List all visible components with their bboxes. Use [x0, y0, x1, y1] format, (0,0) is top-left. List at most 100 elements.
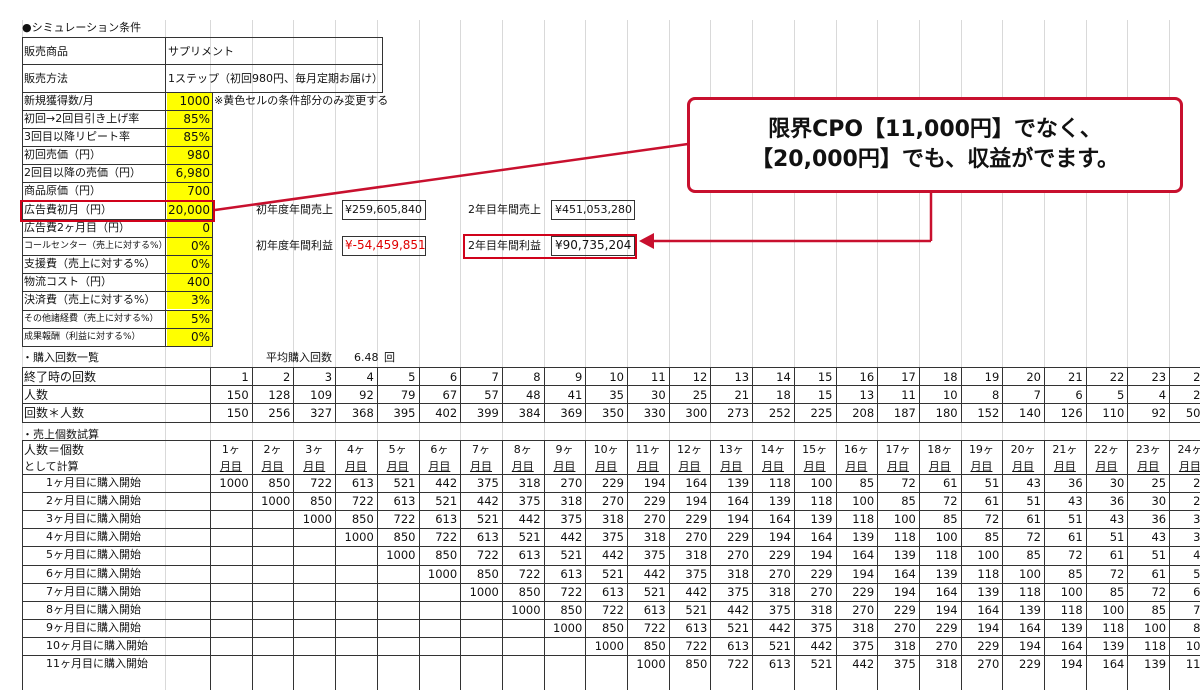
- month-header: 20ヶ: [1010, 443, 1036, 456]
- purchase-cell: 252: [768, 406, 791, 420]
- cohort-cell: 613: [643, 602, 666, 617]
- row-line: [22, 422, 1200, 423]
- cohort-cell: 43: [1026, 476, 1041, 490]
- row-line: [22, 310, 212, 311]
- cohort-cell: 36: [1151, 512, 1167, 527]
- cohort-cell: 375: [768, 602, 791, 617]
- purchase-cell: 5: [1117, 388, 1125, 402]
- condition-input[interactable]: 400: [167, 274, 212, 291]
- cohort-cell: 194: [852, 566, 875, 581]
- condition-input[interactable]: 85%: [167, 129, 212, 146]
- cohort-cell: 164: [1102, 657, 1125, 671]
- purchase-cell: 7: [491, 370, 499, 384]
- row-line: [22, 367, 1200, 368]
- cohort-cell: 229: [935, 620, 958, 635]
- cohort-cell: 318: [518, 476, 541, 490]
- cohort-cell: 139: [852, 530, 875, 545]
- cohort-cell: 43: [1068, 494, 1083, 509]
- cohort-cell: 613: [393, 494, 416, 509]
- cohort-cell: 85: [859, 476, 875, 490]
- row-line: [22, 600, 1200, 602]
- cohort-cell: 722: [560, 584, 583, 599]
- purchase-cell: 16: [859, 370, 875, 384]
- cohort-cell: 850: [310, 494, 333, 509]
- cohort-cell: 850: [518, 584, 541, 599]
- cohort-cell: 118: [852, 512, 875, 527]
- purchase-cell: 330: [643, 406, 666, 420]
- condition-input[interactable]: 0: [167, 220, 212, 237]
- cohort-cell: 521: [476, 512, 499, 527]
- month-header: 18ヶ: [927, 443, 953, 456]
- cohort-cell: 442: [476, 494, 499, 509]
- units-header-top: 人数＝個数: [24, 443, 85, 457]
- callout-line-2: 【20,000円】でも、収益がでます。: [750, 147, 1120, 172]
- col-line: [251, 440, 253, 690]
- purchase-cell: 23: [1151, 370, 1167, 384]
- month-header: 9ヶ: [555, 443, 574, 456]
- purchase-cell: 21: [1068, 370, 1083, 384]
- purchase-cell: 4: [366, 370, 374, 384]
- purchase-cell: 395: [393, 406, 416, 420]
- condition-input[interactable]: 6,980: [167, 165, 212, 182]
- cohort-cell: 139: [1060, 620, 1083, 635]
- col-line: [585, 440, 587, 690]
- condition-label: 物流コスト（円）: [24, 275, 112, 288]
- cohort-cell: 72: [1193, 602, 1200, 617]
- condition-input[interactable]: 0%: [167, 256, 212, 273]
- cohort-cell: 270: [727, 548, 750, 563]
- cohort-cell: 229: [893, 602, 916, 617]
- month-header: 10ヶ: [593, 443, 619, 456]
- cohort-cell: 229: [977, 638, 1000, 653]
- cohort-cell: 72: [901, 476, 916, 490]
- purchase-cell: 22: [1109, 370, 1125, 384]
- cohort-row-label: 11ヶ月目に購入開始: [46, 657, 148, 670]
- row-line: [22, 255, 212, 256]
- condition-input[interactable]: 0%: [167, 238, 212, 255]
- cohort-cell: 118: [935, 548, 958, 563]
- condition-input[interactable]: 5%: [167, 311, 212, 328]
- purchase-cell: 41: [567, 388, 583, 402]
- purchase-cell: 92: [359, 388, 374, 402]
- avg-purchase-label: 平均購入回数: [266, 351, 332, 364]
- y2-sales-label: 2年目年間売上: [468, 203, 541, 216]
- cohort-cell: 613: [560, 566, 583, 581]
- condition-input[interactable]: 85%: [167, 111, 212, 128]
- month-header: 21ヶ: [1052, 443, 1078, 456]
- month-header: 22ヶ: [1094, 443, 1120, 456]
- row-line: [22, 237, 212, 238]
- condition-input[interactable]: 0%: [167, 329, 212, 346]
- purchase-cell: 30: [651, 388, 666, 402]
- col-line: [1085, 440, 1087, 690]
- month-header: 14ヶ: [760, 443, 786, 456]
- cohort-cell: 1000: [344, 530, 374, 545]
- y1-profit-label: 初年度年間利益: [256, 239, 333, 252]
- cohort-row-label: 7ヶ月目に購入開始: [46, 584, 141, 598]
- cohort-cell: 1000: [386, 548, 416, 563]
- cohort-cell: 521: [393, 476, 416, 490]
- cohort-cell: 194: [685, 494, 708, 509]
- col-line: [418, 367, 420, 422]
- cohort-cell: 1000: [511, 602, 541, 617]
- row-line: [22, 564, 1200, 566]
- cohort-cell: 270: [852, 602, 875, 617]
- cohort-cell: 613: [685, 620, 708, 635]
- cohort-row-label: 2ヶ月目に購入開始: [46, 494, 141, 508]
- row-line: [22, 64, 383, 65]
- purchase-cell: 399: [476, 406, 499, 420]
- condition-input[interactable]: 980: [167, 147, 212, 164]
- col-line: [22, 367, 23, 422]
- row-line: [22, 182, 212, 183]
- condition-input[interactable]: 3%: [167, 292, 212, 309]
- cohort-cell: 850: [435, 548, 458, 563]
- col-line: [918, 367, 920, 422]
- purchase-row-label: 終了時の回数: [24, 370, 97, 384]
- condition-input[interactable]: 1000: [167, 93, 212, 110]
- cohort-cell: 118: [1144, 638, 1167, 653]
- cohort-cell: 118: [1102, 620, 1125, 635]
- row-line: [22, 510, 1200, 512]
- condition-input[interactable]: 700: [167, 183, 212, 200]
- cohort-cell: 51: [984, 476, 1000, 490]
- cohort-cell: 100: [1185, 638, 1200, 653]
- condition-label: その他諸経費（売上に対する%）: [24, 314, 159, 324]
- purchase-cell: 150: [226, 406, 249, 420]
